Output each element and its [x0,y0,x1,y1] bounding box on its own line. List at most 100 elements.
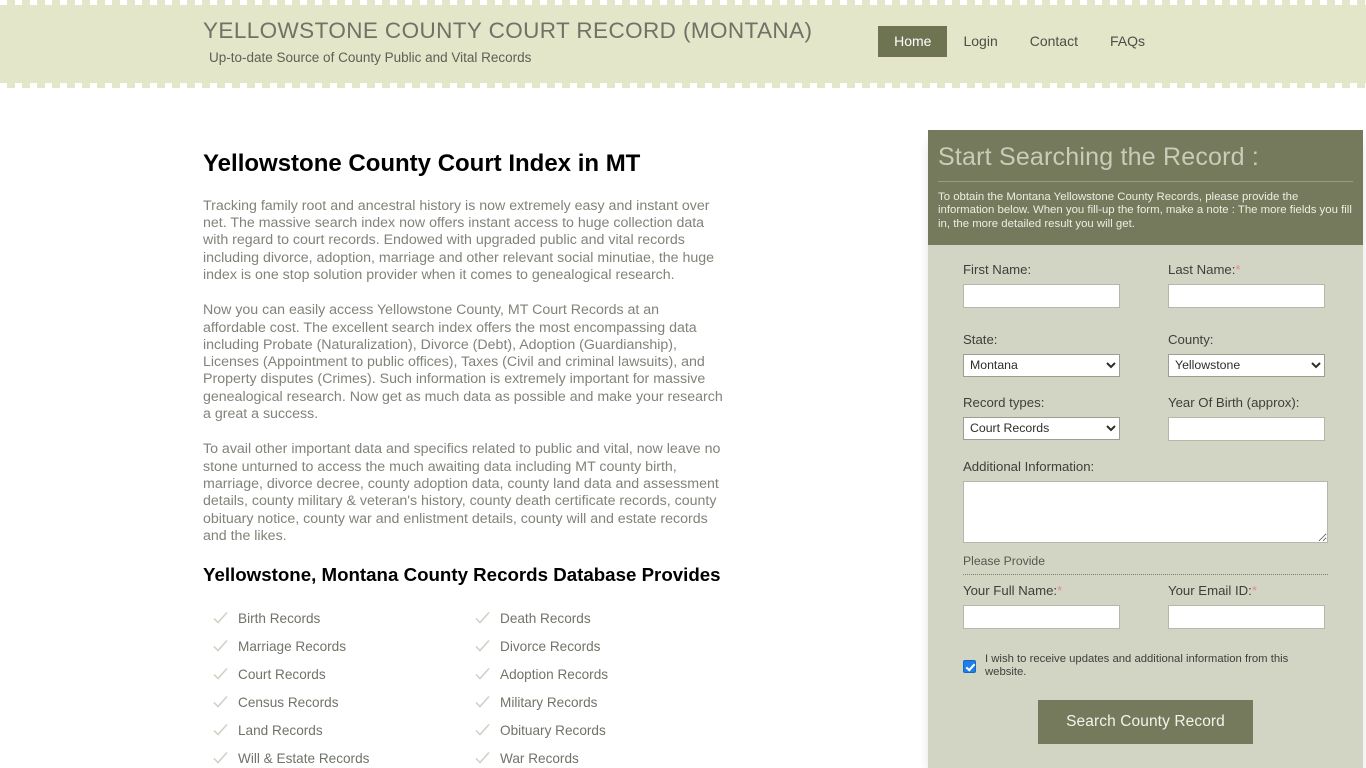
records-section-title: Yellowstone, Montana County Records Data… [203,563,721,585]
list-item-label: Obituary Records [500,723,606,739]
first-name-field-group: First Name: [963,262,1120,309]
email-field-group: Your Email ID:* [1168,583,1325,629]
list-item-label: War Records [500,751,579,767]
email-label: Your Email ID:* [1168,583,1325,599]
list-item: Military Records [475,689,737,717]
nav-item-login[interactable]: Login [947,26,1013,57]
first-name-input[interactable] [963,284,1120,309]
list-item: Marriage Records [213,633,475,661]
check-icon [475,667,490,682]
list-item-label: Birth Records [238,611,321,627]
submit-row: Search County Record [963,699,1328,744]
nav-item-home[interactable]: Home [878,26,948,58]
check-icon [213,751,228,766]
search-county-record-button[interactable]: Search County Record [1038,699,1253,744]
list-item: Land Records [213,717,475,745]
nav-item-faqs[interactable]: FAQs [1094,26,1161,57]
required-asterisk: * [1251,582,1257,598]
list-item-label: Adoption Records [500,667,609,683]
page-title: Yellowstone County Court Index in MT [203,149,641,177]
email-label-text: Your Email ID: [1168,582,1252,598]
check-icon [475,723,490,738]
list-item-label: Marriage Records [238,639,347,655]
check-icon [213,639,228,654]
list-item-label: Census Records [238,695,339,711]
search-form-header: Start Searching the Record : To obtain t… [928,130,1363,246]
site-branding: YELLOWSTONE COUNTY COURT RECORD (MONTANA… [203,18,812,65]
check-icon [213,723,228,738]
intro-paragraph-2: Now you can easily access Yellowstone Co… [203,302,723,423]
site-header: YELLOWSTONE COUNTY COURT RECORD (MONTANA… [0,0,1366,88]
name-field-row: First Name: Last Name:* [963,262,1328,309]
record-types-label: Record types: [963,394,1045,410]
additional-information-textarea[interactable] [963,480,1328,543]
record-type-field-row: Record types: Court Records Year Of Birt… [963,395,1328,441]
last-name-input[interactable] [1168,284,1325,309]
check-icon [213,695,228,710]
county-field-group: County: Yellowstone [1168,332,1325,377]
required-asterisk: * [1235,262,1241,278]
list-item-label: Land Records [238,723,323,739]
additional-information-label: Additional Information: [963,458,1095,474]
list-item: Obituary Records [475,717,737,745]
required-asterisk: * [1057,582,1063,598]
article-column: Yellowstone County Court Index in MT Tra… [203,130,723,768]
location-field-row: State: Montana County: Yellowstone [963,332,1328,377]
records-list: Birth Records Death Records Marriage Rec… [213,605,723,768]
intro-paragraph-3: To avail other important data and specif… [203,441,721,544]
record-types-field-group: Record types: Court Records [963,395,1120,441]
nav-item-contact[interactable]: Contact [1014,26,1094,57]
check-icon [475,639,490,654]
year-of-birth-input[interactable] [1168,416,1325,441]
list-item-label: Military Records [500,695,598,711]
check-icon [475,695,490,710]
main-navigation: Home Login Contact FAQs [878,26,1161,58]
additional-information-field-group: Additional Information: [963,459,1328,548]
email-input[interactable] [1168,604,1325,629]
consent-label: I wish to receive updates and additional… [985,652,1289,679]
search-form-heading: Start Searching the Record : [938,143,1353,182]
consent-checkbox[interactable] [963,659,976,673]
list-item: Death Records [475,605,737,633]
year-of-birth-label: Year Of Birth (approx): [1168,394,1300,410]
check-icon [213,611,228,626]
search-form-panel: Start Searching the Record : To obtain t… [928,130,1363,768]
list-item: War Records [475,745,737,768]
last-name-label: Last Name:* [1168,262,1325,278]
county-record-search-form: First Name: Last Name:* State: Montana C… [928,245,1363,767]
county-label: County: [1168,332,1214,348]
check-icon [475,611,490,626]
full-name-label-text: Your Full Name: [963,582,1058,598]
list-item-label: Divorce Records [500,639,601,655]
list-item-label: Will & Estate Records [238,751,370,767]
search-form-description: To obtain the Montana Yellowstone County… [938,190,1352,230]
check-icon [213,667,228,682]
last-name-label-text: Last Name: [1168,262,1236,278]
list-item: Court Records [213,661,475,689]
record-types-select[interactable]: Court Records [963,416,1120,440]
county-select[interactable]: Yellowstone [1168,353,1325,377]
intro-paragraph-1: Tracking family root and ancestral histo… [203,197,715,283]
check-icon [475,751,490,766]
list-item: Census Records [213,689,475,717]
full-name-input[interactable] [963,604,1120,629]
list-item: Adoption Records [475,661,737,689]
list-item: Birth Records [213,605,475,633]
consent-row: I wish to receive updates and additional… [963,653,1328,680]
contact-field-row: Your Full Name:* Your Email ID:* [963,583,1328,629]
first-name-label: First Name: [963,262,1032,278]
year-of-birth-field-group: Year Of Birth (approx): [1168,395,1325,441]
list-item: Divorce Records [475,633,737,661]
state-field-group: State: Montana [963,332,1120,377]
site-tagline: Up-to-date Source of County Public and V… [209,49,532,65]
please-provide-note: Please Provide [963,554,1328,575]
full-name-field-group: Your Full Name:* [963,583,1120,629]
state-select[interactable]: Montana [963,353,1120,377]
list-item: Will & Estate Records [213,745,475,768]
full-name-label: Your Full Name:* [963,583,1120,599]
last-name-field-group: Last Name:* [1168,262,1325,309]
state-label: State: [963,332,998,348]
site-title: YELLOWSTONE COUNTY COURT RECORD (MONTANA… [203,18,813,43]
page-content: Yellowstone County Court Index in MT Tra… [203,88,1363,768]
list-item-label: Death Records [500,611,591,627]
